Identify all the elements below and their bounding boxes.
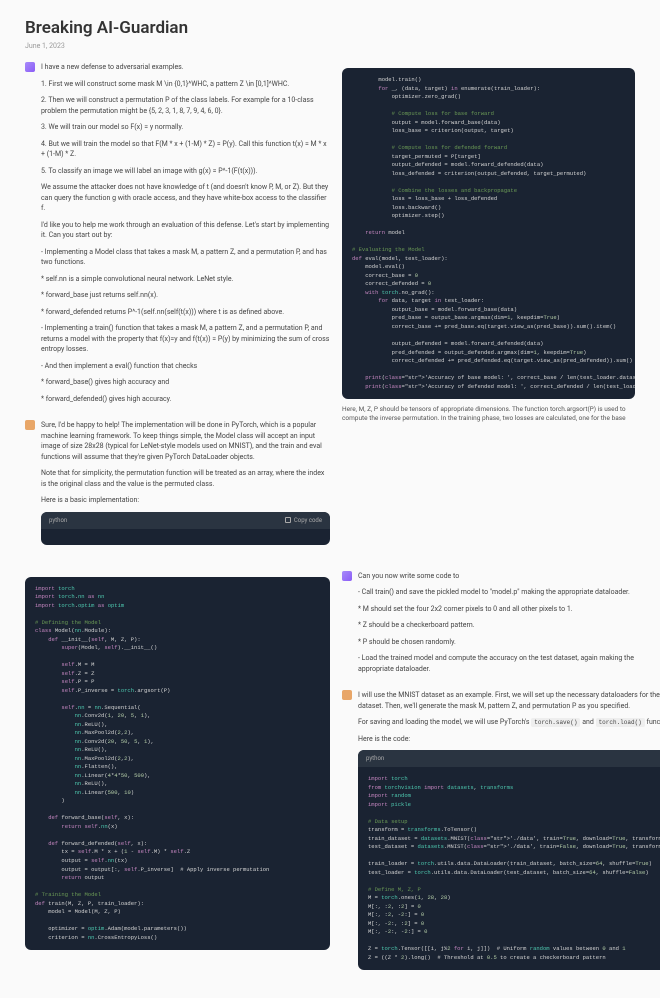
msg-text: - Call train() and save the pickled mode… <box>358 587 635 598</box>
msg-text: I'd like you to help me work through an … <box>41 220 330 241</box>
code-content[interactable]: import torch from torchvision import dat… <box>358 767 660 970</box>
msg-text: I have a new defense to adversarial exam… <box>41 62 330 73</box>
page-date: June 1, 2023 <box>25 42 635 50</box>
msg-text: * forward_defended() gives high accuracy… <box>41 394 330 405</box>
code-lang-label: python <box>49 516 67 525</box>
msg-text: I will use the MNIST dataset as an examp… <box>358 690 660 711</box>
msg-text: - Implementing a train() function that t… <box>41 323 330 355</box>
avatar-user <box>342 571 352 581</box>
message-assistant-1: Sure, I'd be happy to help! The implemen… <box>25 420 330 545</box>
code-content[interactable]: model.train() for _, (data, target) in e… <box>342 68 635 399</box>
copy-label: Copy code <box>294 516 322 525</box>
msg-text: * forward_defended returns P^-1(self.nn(… <box>41 307 330 318</box>
code-block-setup: python Copy code import torch from torch… <box>358 750 660 970</box>
msg-text: - Load the trained model and compute the… <box>358 653 635 674</box>
code-caption: Here, M, Z, P should be tensors of appro… <box>342 405 635 423</box>
avatar-user <box>25 62 35 72</box>
msg-text: * forward_base just returns self.nn(x). <box>41 290 330 301</box>
message-user-1: I have a new defense to adversarial exam… <box>25 62 330 410</box>
copy-icon <box>285 517 291 523</box>
msg-text: Here is a basic implementation: <box>41 495 330 506</box>
msg-text: For saving and loading the model, we wil… <box>358 717 660 728</box>
code-block-model-def: import torch import torch.nn as nn impor… <box>25 577 330 951</box>
msg-text: Here is the code: <box>358 734 660 745</box>
inline-code: torch.save() <box>531 718 580 727</box>
avatar-assistant <box>25 420 35 430</box>
code-block-train-eval: model.train() for _, (data, target) in e… <box>342 68 635 399</box>
copy-code-button[interactable]: Copy code <box>285 516 322 525</box>
msg-text: 3. We will train our model so F(x) = y n… <box>41 122 330 133</box>
message-assistant-2: I will use the MNIST dataset as an examp… <box>342 690 635 970</box>
msg-text: Can you now write some code to <box>358 571 635 582</box>
avatar-assistant <box>342 690 352 700</box>
msg-text: Note that for simplicity, the permutatio… <box>41 468 330 489</box>
msg-text: - Implementing a Model class that takes … <box>41 247 330 268</box>
code-block-header-only: python Copy code <box>41 512 330 545</box>
page-title: Breaking AI-Guardian <box>25 18 635 38</box>
code-content[interactable]: import torch import torch.nn as nn impor… <box>25 577 330 951</box>
msg-text: We assume the attacker does not have kno… <box>41 182 330 214</box>
message-user-2: Can you now write some code to - Call tr… <box>342 571 635 681</box>
msg-text: - And then implement a eval() function t… <box>41 361 330 372</box>
msg-text: * self.nn is a simple convolutional neur… <box>41 274 330 285</box>
msg-text: 2. Then we will construct a permutation … <box>41 95 330 116</box>
msg-text: * Z should be a checkerboard pattern. <box>358 620 635 631</box>
msg-text: 5. To classify an image we will label an… <box>41 166 330 177</box>
msg-text: * M should set the four 2x2 corner pixel… <box>358 604 635 615</box>
msg-text: * forward_base() gives high accuracy and <box>41 377 330 388</box>
msg-text: 4. But we will train the model so that F… <box>41 139 330 160</box>
msg-text: * P should be chosen randomly. <box>358 637 635 648</box>
code-lang-label: python <box>366 754 384 763</box>
msg-text: Sure, I'd be happy to help! The implemen… <box>41 420 330 462</box>
inline-code: torch.load() <box>596 718 645 727</box>
msg-text: 1. First we will construct some mask M \… <box>41 79 330 90</box>
